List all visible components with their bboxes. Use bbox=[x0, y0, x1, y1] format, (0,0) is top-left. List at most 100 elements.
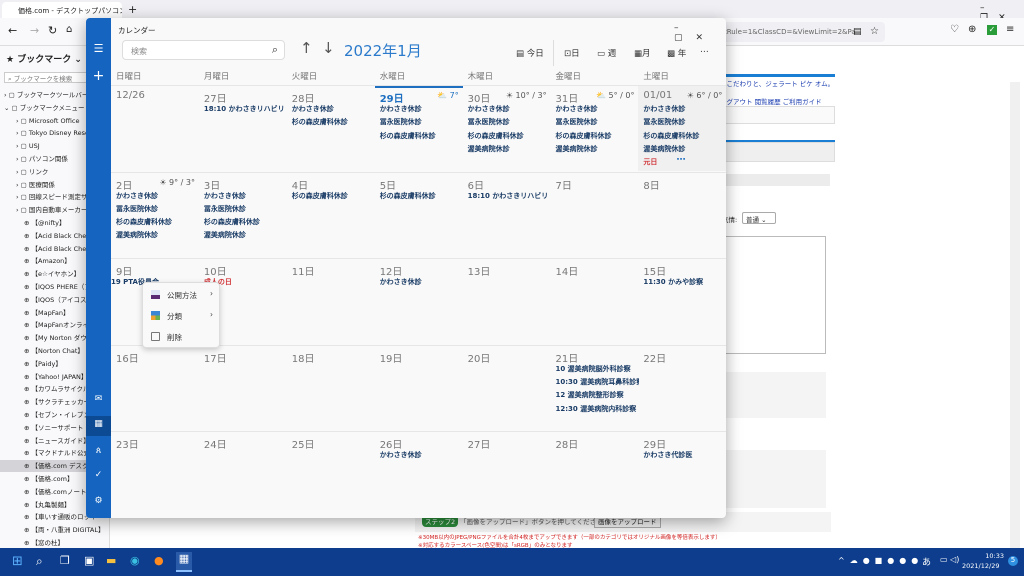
browser-tab[interactable]: 価格.com - デスクトップパソコンのク ✕ bbox=[2, 2, 122, 18]
bookmark-item[interactable]: ⊕ 【両・八重洲 DIGITAL】 bbox=[0, 524, 109, 536]
calendar-event[interactable]: 冨永医院休診 bbox=[556, 117, 598, 127]
day-cell[interactable]: 15日 11:30 かみや診察 bbox=[638, 258, 726, 344]
calendar-event[interactable]: 渥美病院休診 bbox=[643, 144, 685, 154]
comment-textarea[interactable] bbox=[720, 236, 826, 354]
day-cell[interactable]: 12日 かわさき休診 bbox=[374, 258, 463, 344]
calendar-event[interactable]: 10 渥美病院脳外科診察 bbox=[556, 364, 631, 374]
calendar-event[interactable]: かわさき休診 bbox=[292, 104, 334, 114]
bookmark-item[interactable]: ⊕ 【窓の杜】 bbox=[0, 537, 109, 548]
year-view-button[interactable]: ▩ 年 bbox=[667, 47, 686, 59]
calendar-event[interactable]: 杉の森皮膚科休診 bbox=[204, 217, 260, 227]
day-cell[interactable]: 29日 ⛅ 7° かわさき休診 冨永医院休診 杉の森皮膚科休診 bbox=[374, 85, 463, 171]
more-options-button[interactable]: ⋯ bbox=[700, 47, 709, 57]
calendar-event[interactable]: 12 渥美病院整形診察 bbox=[556, 390, 624, 400]
calendar-event[interactable]: かわさき休診 bbox=[380, 450, 422, 460]
previous-month-button[interactable]: ↑ bbox=[300, 39, 313, 57]
calendar-event[interactable]: 杉の森皮膚科休診 bbox=[292, 191, 348, 201]
settings-icon[interactable]: ⚙ bbox=[86, 496, 111, 506]
day-cell[interactable]: 14日 bbox=[550, 258, 639, 344]
day-cell[interactable]: 19日 bbox=[374, 344, 463, 431]
check-extension-icon[interactable]: ✓ bbox=[987, 25, 997, 35]
page-links[interactable]: ログアウト 閲覧履歴 ご利用ガイド bbox=[720, 96, 822, 106]
day-cell[interactable]: 4日 杉の森皮膚科休診 bbox=[286, 171, 375, 258]
month-view-button[interactable]: ▦月 bbox=[634, 47, 651, 59]
next-month-button[interactable]: ↓ bbox=[322, 39, 335, 57]
search-extension-icon[interactable]: ⊕ bbox=[968, 24, 976, 35]
calendar-event[interactable]: かわさき休診 bbox=[468, 104, 510, 114]
clock-date[interactable]: 2021/12/29 bbox=[962, 562, 999, 570]
day-cell[interactable]: 24日 bbox=[198, 431, 287, 517]
calendar-event[interactable]: かわさき休診 bbox=[643, 104, 685, 114]
day-cell[interactable]: 8日 bbox=[638, 171, 726, 258]
day-cell[interactable]: 21日 10 渥美病院脳外科診察 10:30 渥美病院耳鼻科診察 12 渥美病院整形診… bbox=[550, 344, 639, 431]
calendar-event[interactable]: 11:30 かみや診察 bbox=[643, 277, 703, 287]
more-events-button[interactable]: ⋯ bbox=[676, 155, 685, 165]
calendar-event[interactable]: 10:30 渥美病院耳鼻科診察 bbox=[556, 377, 639, 387]
todo-icon[interactable]: ✓ bbox=[86, 470, 111, 480]
day-cell[interactable]: 17日 bbox=[198, 344, 287, 431]
calendar-event[interactable]: 冨永医院休診 bbox=[116, 204, 158, 214]
calendar-event[interactable]: 冨永医院休診 bbox=[204, 204, 246, 214]
calendar-event[interactable]: 12:30 渥美病院内科診察 bbox=[556, 404, 637, 414]
firefox-icon[interactable]: ● bbox=[154, 554, 164, 567]
mail-icon[interactable]: ✉ bbox=[86, 394, 111, 404]
edge-icon[interactable]: ◉ bbox=[130, 554, 140, 567]
star-icon[interactable]: ☆ bbox=[870, 26, 879, 37]
search-input[interactable]: 検索 ⌕ bbox=[122, 40, 285, 60]
forward-icon[interactable]: → bbox=[30, 24, 39, 37]
search-icon[interactable]: ⌕ bbox=[36, 554, 43, 569]
current-month-title[interactable]: 2022年1月 bbox=[344, 40, 422, 61]
calendar-event[interactable]: かわさき休診 bbox=[556, 104, 598, 114]
file-explorer-icon[interactable]: ▬ bbox=[106, 554, 116, 567]
day-cell[interactable]: 16日 bbox=[111, 344, 199, 431]
day-cell[interactable]: 5日 杉の森皮膚科休診 bbox=[374, 171, 463, 258]
holiday-label[interactable]: 元日 bbox=[643, 157, 657, 167]
network-volume-icon[interactable]: ▭ ◁) bbox=[940, 555, 959, 564]
page-scrollbar[interactable] bbox=[1010, 82, 1020, 548]
calendar-event[interactable]: 18:10 かわさきリハビリ bbox=[468, 191, 549, 201]
day-cell[interactable]: 22日 bbox=[638, 344, 726, 431]
calendar-event[interactable]: 冨永医院休診 bbox=[380, 117, 422, 127]
home-icon[interactable]: ⌂ bbox=[66, 24, 72, 35]
calendar-event[interactable]: かわさき代診医 bbox=[643, 450, 692, 460]
calendar-event[interactable]: 杉の森皮膚科休診 bbox=[380, 191, 436, 201]
day-cell[interactable]: 26日 かわさき休診 bbox=[374, 431, 463, 517]
notification-icon[interactable]: 5 bbox=[1008, 556, 1018, 566]
start-icon[interactable]: ⊞ bbox=[12, 554, 23, 569]
calendar-event[interactable]: 渥美病院休診 bbox=[116, 230, 158, 240]
day-cell[interactable]: 28日 かわさき休診 杉の森皮膚科休診 bbox=[286, 85, 375, 171]
people-icon[interactable]: ጰ bbox=[86, 446, 111, 456]
reload-icon[interactable]: ↻ bbox=[48, 24, 57, 37]
reader-icon[interactable]: ▤ bbox=[853, 27, 862, 37]
day-cell[interactable]: 27日 bbox=[462, 431, 551, 517]
calendar-app-icon[interactable]: ▦ bbox=[176, 552, 192, 572]
day-cell[interactable]: 12/26 bbox=[111, 85, 199, 171]
day-cell[interactable]: 6日 18:10 かわさきリハビリ bbox=[462, 171, 551, 258]
bookmarks-title[interactable]: ★ ブックマーク ⌄ bbox=[6, 52, 82, 65]
day-cell[interactable]: 23日 bbox=[111, 431, 199, 517]
day-cell[interactable]: 18日 bbox=[286, 344, 375, 431]
calendar-event[interactable]: 杉の森皮膚科休診 bbox=[468, 131, 524, 141]
window-controls[interactable]: –▢✕ bbox=[674, 23, 726, 43]
menu-icon[interactable]: ≡ bbox=[1006, 24, 1014, 35]
calendar-event[interactable]: かわさき休診 bbox=[380, 277, 422, 287]
calendar-event[interactable]: 冨永医院休診 bbox=[643, 117, 685, 127]
ime-indicator[interactable]: あ bbox=[922, 555, 931, 568]
day-cell[interactable]: 2日 ☀ 9° / 3° かわさき休診 冨永医院休診 杉の森皮膚科休診 渥美病院休診 bbox=[111, 171, 199, 258]
day-cell[interactable]: 20日 bbox=[462, 344, 551, 431]
calendar-event[interactable]: 杉の森皮膚科休診 bbox=[643, 131, 699, 141]
calendar-event[interactable]: 杉の森皮膚科休診 bbox=[292, 117, 348, 127]
pocket-icon[interactable]: ♡ bbox=[950, 24, 959, 35]
system-tray-icons[interactable]: ^☁●■●●● bbox=[838, 556, 923, 565]
calendar-icon[interactable]: ▦ bbox=[86, 416, 111, 436]
day-cell[interactable]: 01/01 ☀ 6° / 0° かわさき休診 冨永医院休診 杉の森皮膚科休診 渥美病院休診… bbox=[638, 85, 726, 171]
day-cell[interactable]: 27日 18:10 かわさきリハビリ bbox=[198, 85, 287, 171]
calendar-event[interactable]: 冨永医院休診 bbox=[468, 117, 510, 127]
today-button[interactable]: ▤ 今日 bbox=[516, 47, 544, 59]
new-tab-button[interactable]: + bbox=[128, 3, 137, 16]
calendar-event[interactable]: 杉の森皮膚科休診 bbox=[556, 131, 612, 141]
back-icon[interactable]: ← bbox=[8, 24, 17, 37]
calendar-event[interactable]: 杉の森皮膚科休診 bbox=[116, 217, 172, 227]
search-icon[interactable]: ⌕ bbox=[272, 43, 278, 57]
day-cell[interactable]: 29日 かわさき代診医 bbox=[638, 431, 726, 517]
